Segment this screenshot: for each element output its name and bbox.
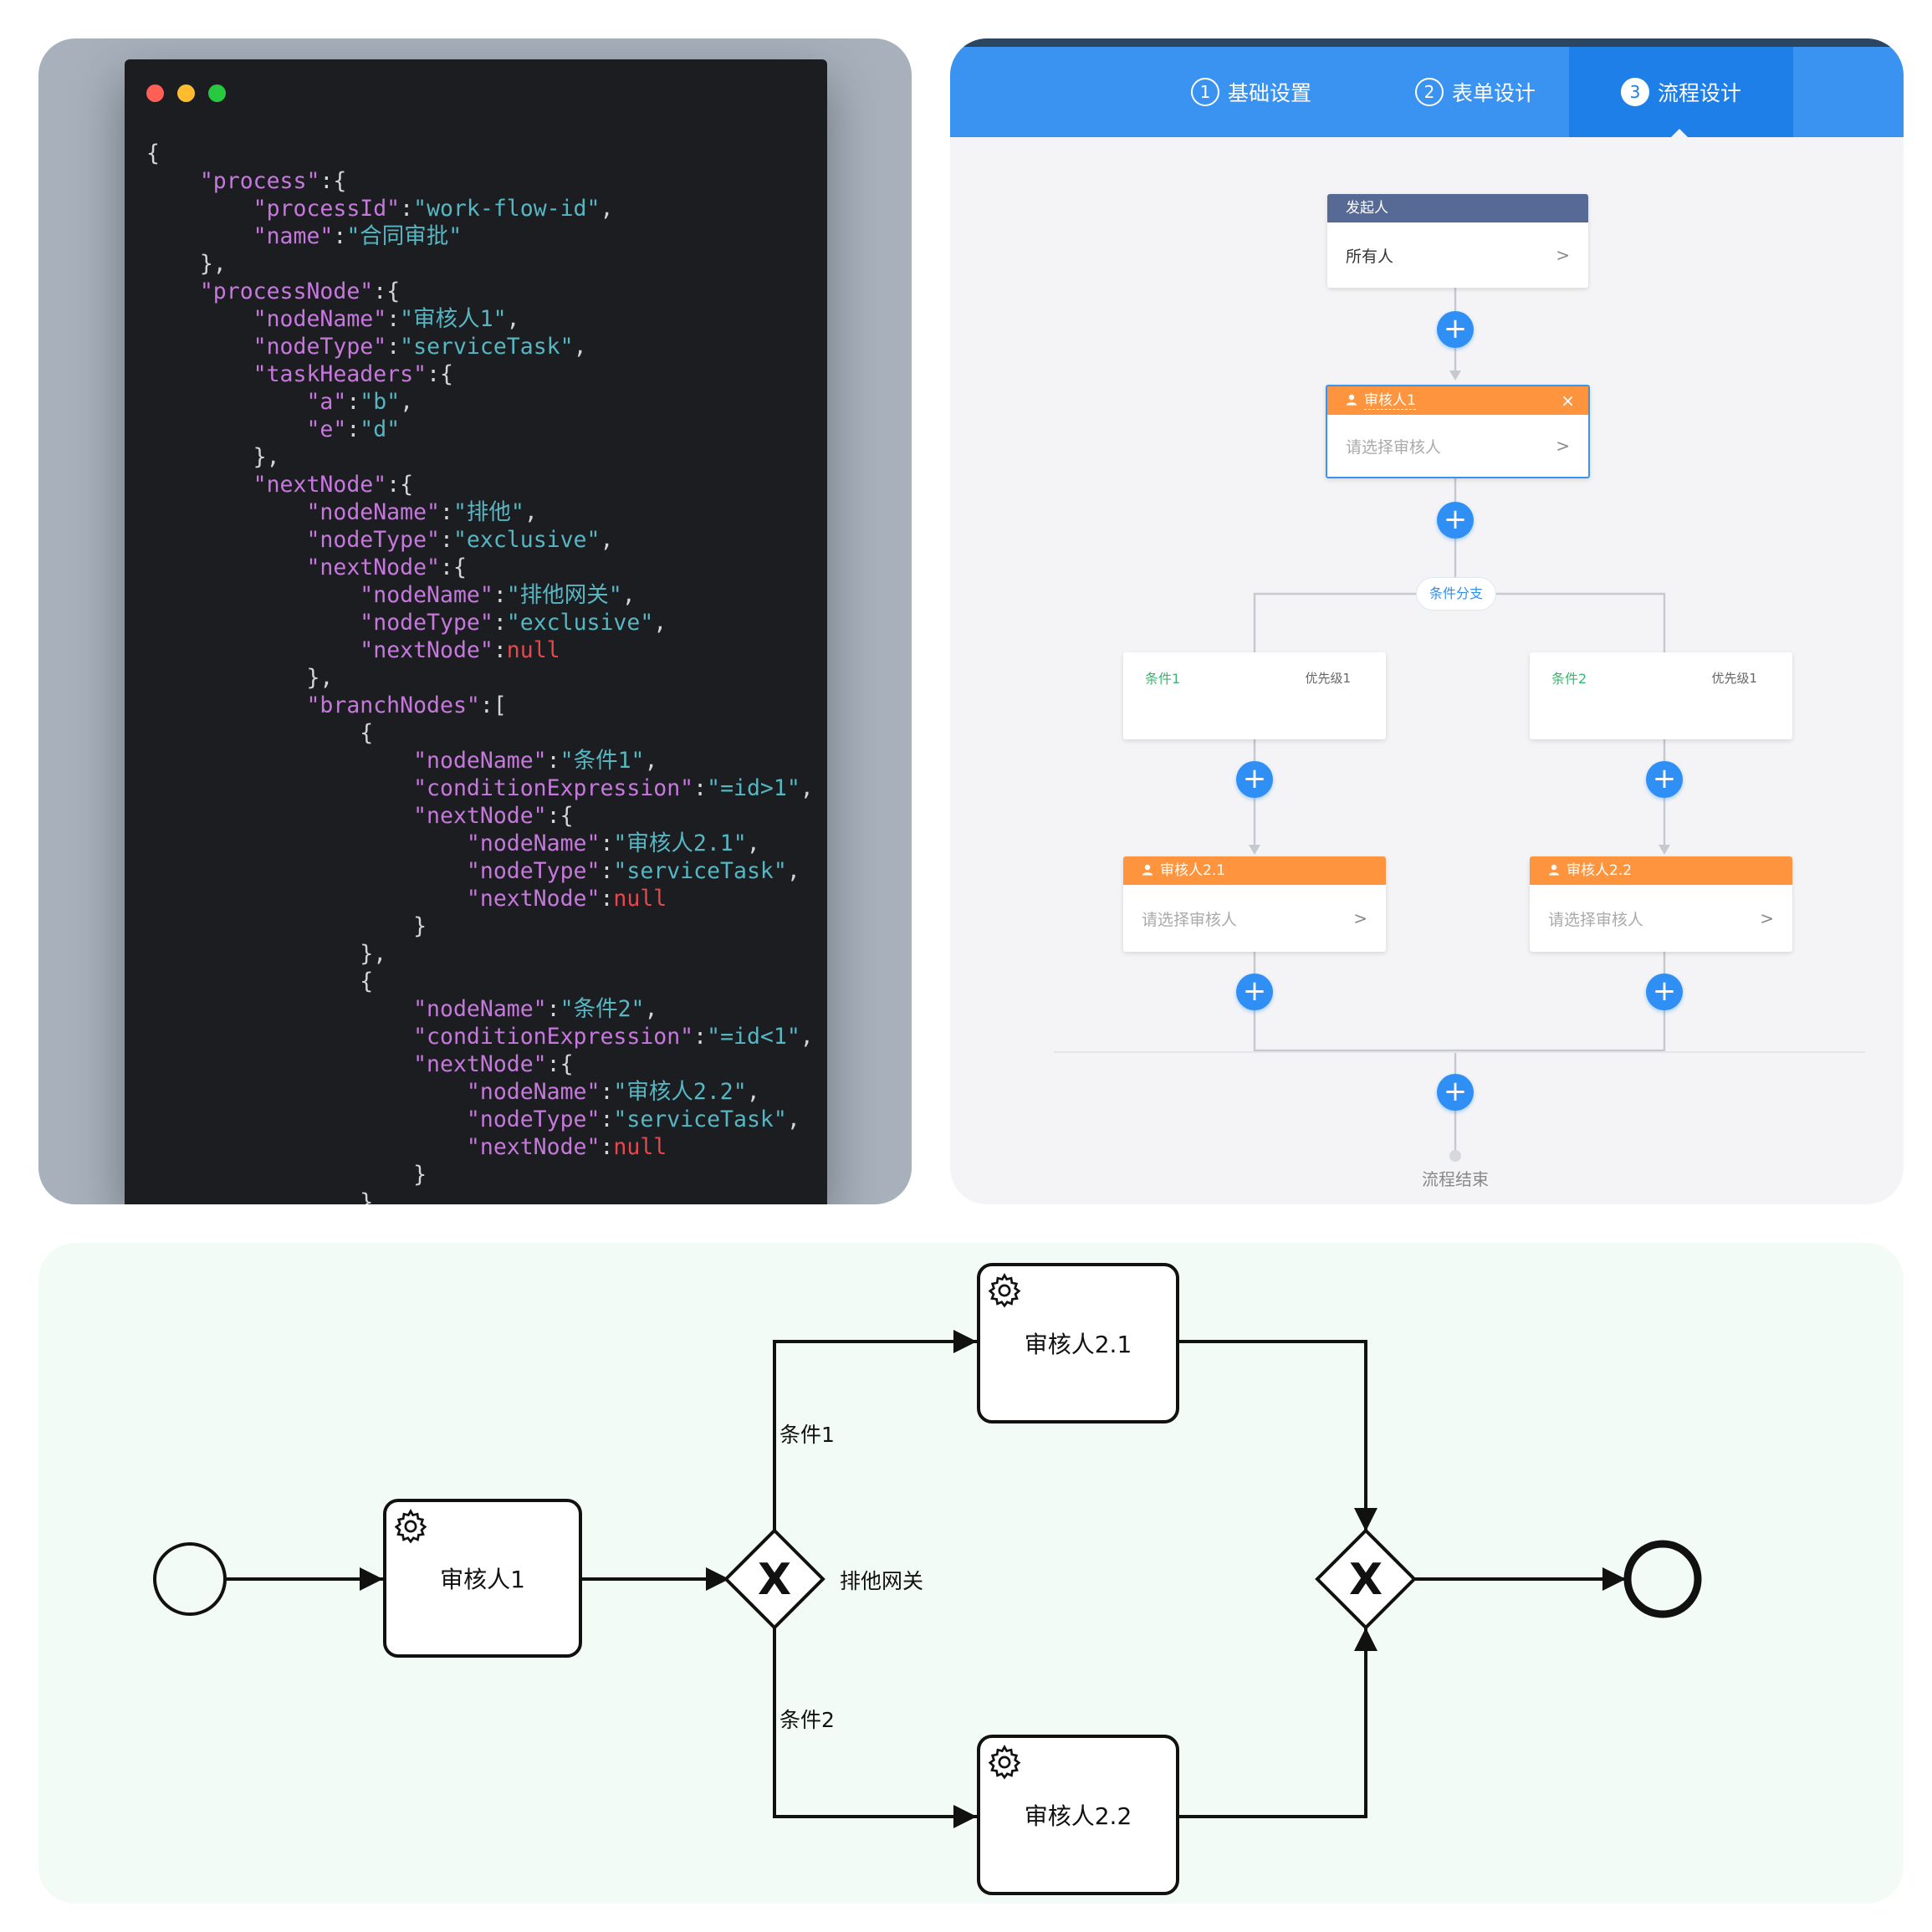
approver-2-1-placeholder: 请选择审核人: [1142, 910, 1238, 929]
condition-1-node[interactable]: 条件1 优先级1: [1123, 652, 1386, 739]
bpmn-task-approver-2-2[interactable]: 审核人2.2: [977, 1735, 1179, 1895]
approver-1-header: 审核人1 ×: [1327, 386, 1588, 415]
initiator-node[interactable]: 发起人 所有人 >: [1327, 194, 1588, 288]
approver-2-1-body: 请选择审核人 >: [1123, 885, 1386, 952]
bpmn-diagram-panel: X X 审核人1 审核人2.1 审核人2.2 排他网关 条件1 条件2: [38, 1243, 1904, 1904]
gateway-label: 排他网关: [840, 1569, 924, 1593]
condition-2-label: 条件2: [779, 1708, 835, 1732]
condition-priority: 优先级1: [1711, 671, 1757, 686]
condition-name: 条件2: [1551, 671, 1587, 687]
task-label: 审核人2.2: [1024, 1802, 1132, 1830]
initiator-title: 发起人: [1327, 194, 1588, 222]
add-node-button[interactable]: +: [1236, 974, 1273, 1010]
approver-1-node[interactable]: 审核人1 × 请选择审核人 >: [1326, 385, 1590, 478]
initiator-body: 所有人 >: [1327, 222, 1588, 288]
bpmn-task-approver-1[interactable]: 审核人1: [383, 1499, 582, 1658]
approver-1-body: 请选择审核人 >: [1327, 415, 1588, 477]
approver-2-2-body: 请选择审核人 >: [1530, 885, 1792, 952]
chevron-right-icon: >: [1556, 436, 1570, 456]
gateway-x-symbol: X: [1349, 1555, 1383, 1605]
condition-2-node[interactable]: 条件2 优先级1: [1530, 652, 1792, 739]
approver-2-1-title: 审核人2.1: [1160, 862, 1226, 879]
approver-1-title: 审核人1: [1364, 392, 1416, 410]
add-node-button[interactable]: +: [1437, 1074, 1474, 1111]
approver-2-2-header: 审核人2.2: [1530, 856, 1792, 885]
approver-2-2-node[interactable]: 审核人2.2 请选择审核人 >: [1530, 856, 1792, 952]
person-icon: [1549, 864, 1559, 876]
approver-2-1-header: 审核人2.1: [1123, 856, 1386, 885]
gear-icon: [988, 1273, 1021, 1308]
add-node-button[interactable]: +: [1437, 502, 1474, 539]
approver-2-1-node[interactable]: 审核人2.1 请选择审核人 >: [1123, 856, 1386, 952]
approver-1-placeholder: 请选择审核人: [1346, 437, 1442, 457]
bpmn-task-approver-2-1[interactable]: 审核人2.1: [977, 1263, 1179, 1423]
add-node-button[interactable]: +: [1646, 761, 1683, 798]
person-icon: [1347, 394, 1357, 406]
chevron-right-icon: >: [1760, 908, 1774, 928]
condition-name: 条件1: [1145, 671, 1181, 687]
gear-icon: [988, 1745, 1021, 1780]
initiator-value: 所有人: [1346, 247, 1394, 266]
gear-icon: [394, 1509, 427, 1544]
task-label: 审核人2.1: [1024, 1331, 1132, 1358]
condition-1-label: 条件1: [779, 1423, 835, 1447]
start-event: [153, 1542, 227, 1616]
add-node-button[interactable]: +: [1437, 311, 1474, 348]
close-icon[interactable]: ×: [1561, 386, 1575, 415]
chevron-right-icon: >: [1353, 908, 1367, 928]
flow-end-label: 流程结束: [1422, 1169, 1489, 1189]
task-label: 审核人1: [440, 1566, 525, 1593]
gateway-x-symbol: X: [758, 1555, 791, 1605]
add-condition-branch-button[interactable]: 条件分支: [1416, 577, 1496, 611]
add-node-button[interactable]: +: [1236, 761, 1273, 798]
approver-2-2-title: 审核人2.2: [1567, 862, 1633, 879]
chevron-right-icon: >: [1556, 245, 1570, 265]
person-icon: [1142, 864, 1153, 876]
add-node-button[interactable]: +: [1646, 974, 1683, 1010]
bpmn-connectors: X X: [153, 1330, 1702, 1828]
condition-priority: 优先级1: [1305, 671, 1351, 686]
approver-2-2-placeholder: 请选择审核人: [1548, 910, 1644, 929]
